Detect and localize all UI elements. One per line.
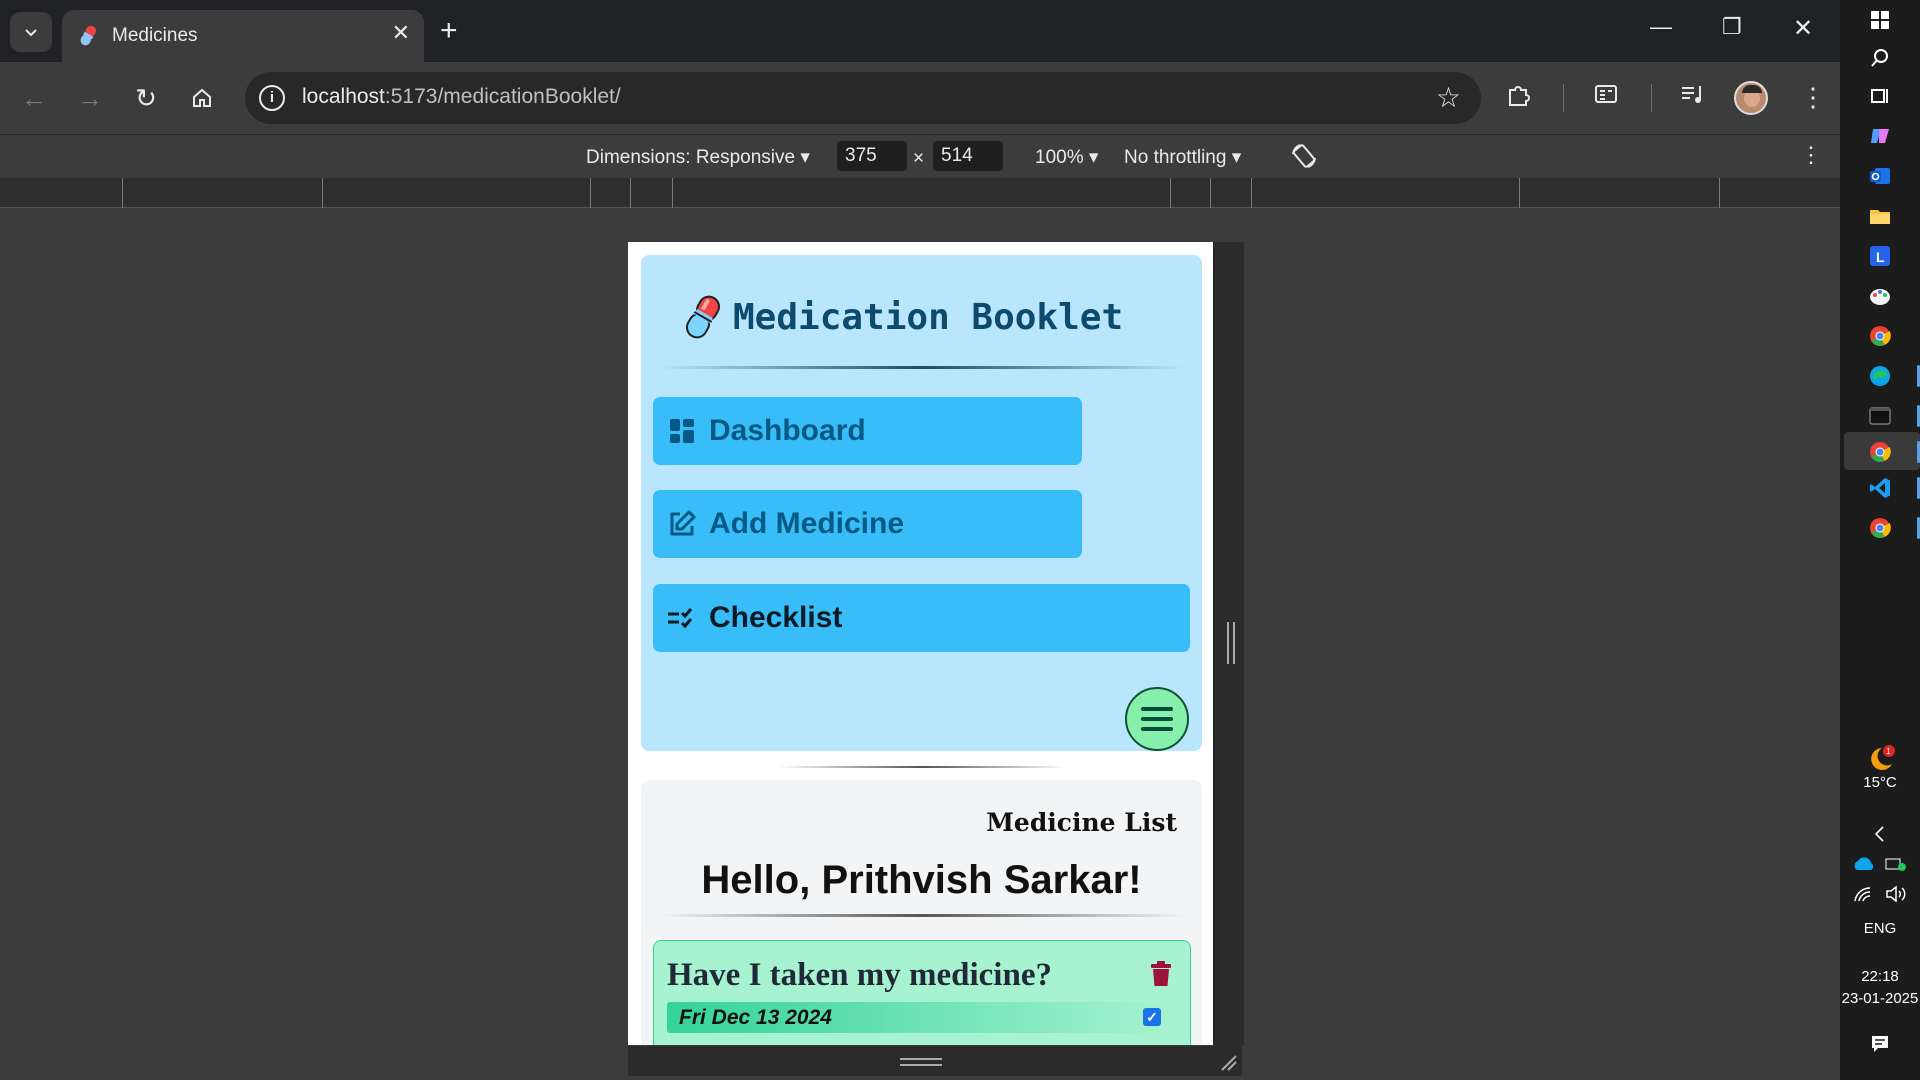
taken-checkbox[interactable]: ✓ bbox=[1143, 1008, 1161, 1026]
medicine-card: Have I taken my medicine? Fri Dec 13 202… bbox=[653, 940, 1191, 1045]
header-divider bbox=[659, 366, 1185, 369]
resize-corner-icon[interactable] bbox=[1218, 1052, 1238, 1072]
weather-temp[interactable]: 15°C bbox=[1840, 774, 1920, 791]
volume-icon[interactable] bbox=[1884, 882, 1908, 906]
chevron-down-icon bbox=[25, 29, 37, 37]
dose-date: Fri Dec 13 2024 bbox=[679, 1006, 832, 1029]
rotate-icon[interactable] bbox=[1290, 142, 1318, 176]
nav-checklist-button[interactable]: Checklist bbox=[653, 584, 1190, 652]
medicine-list-heading: Medicine List bbox=[986, 808, 1177, 837]
brand[interactable]: Medication Booklet bbox=[683, 291, 1123, 343]
pill-icon bbox=[80, 25, 96, 46]
clock-date[interactable]: 23-01-2025 bbox=[1840, 990, 1920, 1007]
network-status-icon[interactable] bbox=[1884, 852, 1908, 876]
profile-avatar[interactable] bbox=[1734, 81, 1768, 115]
reading-list-icon[interactable] bbox=[1594, 82, 1618, 113]
tab-strip: Medicines ✕ + — ❐ ✕ bbox=[0, 0, 1840, 62]
viewport-resize-handle-bottom[interactable] bbox=[628, 1046, 1242, 1076]
date-row: Fri Dec 13 2024 ✓ bbox=[667, 1002, 1177, 1033]
minimize-icon[interactable]: — bbox=[1650, 14, 1672, 40]
toolbar-separator bbox=[1651, 84, 1652, 112]
edge-icon[interactable] bbox=[1868, 364, 1892, 388]
extensions-puzzle-icon[interactable] bbox=[1506, 82, 1532, 115]
tab-title: Medicines bbox=[112, 25, 198, 46]
close-icon[interactable]: ✕ bbox=[392, 20, 410, 46]
width-input[interactable]: 375 bbox=[837, 141, 907, 171]
header-card: Medication Booklet Dashboard Add Medicin… bbox=[641, 255, 1202, 751]
chrome-active-icon[interactable] bbox=[1868, 440, 1892, 464]
hamburger-icon-bar bbox=[1141, 707, 1173, 711]
medicine-question: Have I taken my medicine? bbox=[667, 957, 1052, 993]
dashboard-icon bbox=[667, 416, 697, 446]
nav-add-medicine-label: Add Medicine bbox=[709, 507, 905, 540]
times-sign: × bbox=[913, 148, 925, 169]
l-app-icon[interactable]: L bbox=[1868, 244, 1892, 268]
window-close-icon[interactable]: ✕ bbox=[1793, 14, 1813, 43]
emulated-viewport: Medication Booklet Dashboard Add Medicin… bbox=[628, 242, 1214, 1045]
nav-checklist-label: Checklist bbox=[709, 601, 843, 634]
site-info-icon[interactable]: i bbox=[259, 85, 285, 111]
terminal-icon[interactable] bbox=[1868, 404, 1892, 428]
url-text[interactable]: localhost:5173/medicationBooklet/ bbox=[302, 85, 621, 109]
nav-add-medicine-button[interactable]: Add Medicine bbox=[653, 490, 1082, 558]
app-page: Medication Booklet Dashboard Add Medicin… bbox=[628, 242, 1213, 1045]
nav-dashboard-button[interactable]: Dashboard bbox=[653, 397, 1082, 465]
toolbar-separator bbox=[1563, 84, 1564, 112]
svg-text:L: L bbox=[1876, 249, 1885, 265]
bookmark-star-icon[interactable]: ☆ bbox=[1436, 81, 1461, 114]
dimensions-dropdown[interactable]: Dimensions: Responsive ▾ bbox=[586, 146, 810, 169]
tab-search-button[interactable] bbox=[10, 12, 52, 52]
hamburger-menu-button[interactable] bbox=[1125, 687, 1189, 751]
section-divider bbox=[778, 766, 1068, 768]
outlook-icon[interactable] bbox=[1868, 164, 1892, 188]
media-controls-icon[interactable] bbox=[1680, 82, 1706, 113]
windows-taskbar: L 1 15°C ENG 22:18 23-01-2025 bbox=[1840, 0, 1920, 1080]
paint-icon[interactable] bbox=[1868, 284, 1892, 308]
pill-icon bbox=[686, 295, 720, 339]
brand-title: Medication Booklet bbox=[733, 296, 1124, 338]
chrome-icon[interactable] bbox=[1868, 324, 1892, 348]
device-toolbar: Dimensions: Responsive ▾ 375 × 514 100% … bbox=[0, 136, 1840, 178]
weather-badge: 1 bbox=[1886, 747, 1891, 756]
copilot-icon[interactable] bbox=[1868, 124, 1892, 148]
browser-window: Medicines ✕ + — ❐ ✕ ← → ↻ i localhost:51… bbox=[0, 0, 1840, 1080]
home-icon[interactable] bbox=[184, 80, 220, 116]
back-arrow-icon[interactable]: ← bbox=[16, 80, 52, 116]
trash-icon[interactable] bbox=[1150, 961, 1172, 987]
address-bar[interactable]: i localhost:5173/medicationBooklet/ ☆ bbox=[245, 72, 1481, 124]
vscode-icon[interactable] bbox=[1868, 476, 1892, 500]
list-divider bbox=[659, 914, 1185, 917]
windows-start-icon[interactable] bbox=[1868, 8, 1892, 32]
restore-icon[interactable]: ❐ bbox=[1722, 14, 1742, 40]
search-icon[interactable] bbox=[1868, 46, 1892, 70]
media-query-ruler[interactable] bbox=[0, 178, 1840, 208]
throttling-dropdown[interactable]: No throttling ▾ bbox=[1124, 146, 1241, 169]
forward-arrow-icon[interactable]: → bbox=[72, 80, 108, 116]
checklist-icon bbox=[667, 603, 697, 633]
onedrive-icon[interactable] bbox=[1852, 852, 1876, 876]
tab-medicines[interactable]: Medicines ✕ bbox=[62, 10, 424, 62]
task-view-icon[interactable] bbox=[1868, 84, 1892, 108]
height-input[interactable]: 514 bbox=[933, 141, 1003, 171]
new-tab-button[interactable]: + bbox=[440, 14, 458, 48]
edit-icon bbox=[667, 509, 697, 539]
medicine-list-card: Medicine List Hello, Prithvish Sarkar! H… bbox=[641, 780, 1202, 1045]
language-indicator[interactable]: ENG bbox=[1840, 920, 1920, 937]
wifi-icon[interactable] bbox=[1852, 882, 1876, 906]
weather-icon[interactable]: 1 bbox=[1864, 744, 1896, 772]
browser-toolbar: ← → ↻ i localhost:5173/medicationBooklet… bbox=[0, 62, 1840, 135]
chevron-up-icon[interactable] bbox=[1868, 822, 1892, 846]
clock-time[interactable]: 22:18 bbox=[1840, 968, 1920, 985]
more-menu-icon[interactable]: ⋮ bbox=[1800, 82, 1826, 113]
reload-icon[interactable]: ↻ bbox=[128, 80, 164, 116]
file-explorer-icon[interactable] bbox=[1868, 204, 1892, 228]
zoom-dropdown[interactable]: 100% ▾ bbox=[1035, 146, 1098, 169]
device-more-icon[interactable]: ⋮ bbox=[1800, 142, 1822, 168]
viewport-resize-handle-right[interactable] bbox=[1214, 242, 1244, 1046]
greeting: Hello, Prithvish Sarkar! bbox=[701, 858, 1142, 902]
notifications-icon[interactable] bbox=[1868, 1032, 1892, 1056]
chrome-profile-icon[interactable] bbox=[1868, 516, 1892, 540]
nav-dashboard-label: Dashboard bbox=[709, 414, 866, 447]
